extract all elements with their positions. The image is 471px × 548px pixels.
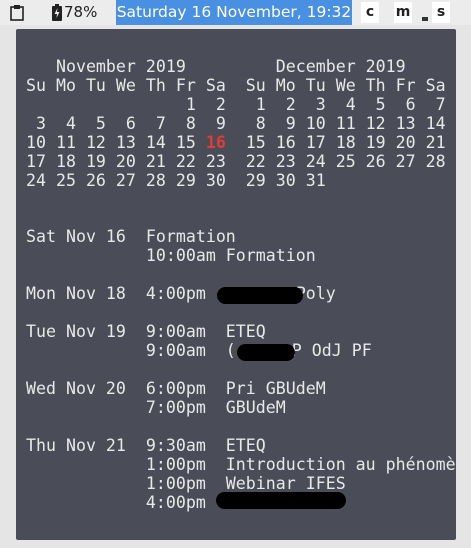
- clipboard-icon[interactable]: [10, 4, 24, 21]
- workspace-indicator: [422, 17, 428, 21]
- screen: 78% Saturday 16 November, 19:32 c m s No…: [0, 0, 471, 548]
- calendar-weekday-header: Su Mo Tu We Th Fr Sa Su Mo Tu We Th Fr S…: [26, 76, 446, 95]
- workspace-s[interactable]: s: [432, 2, 450, 23]
- today-highlight: 16: [205, 133, 226, 152]
- calendar-week-row: 3 4 5 6 7 8 9 8 9 10 11 12 13 14: [26, 114, 446, 133]
- battery-icon: [52, 4, 62, 21]
- agenda-event: 9:00am (P OdJ PF: [26, 341, 372, 360]
- redaction-mark: [217, 287, 303, 304]
- agenda-day-header: Sat Nov 16 Formation: [26, 227, 236, 246]
- workspace-c[interactable]: c: [361, 2, 379, 23]
- agenda-day-header: Thu Nov 21 9:30am ETEQ: [26, 436, 266, 455]
- redaction-mark: [237, 344, 295, 361]
- battery-percent: 78%: [64, 3, 98, 21]
- agenda-event: 1:00pm Webinar IFES: [26, 474, 346, 493]
- agenda-day-header: Wed Nov 20 6:00pm Pri GBUdeM: [26, 379, 326, 398]
- calendar-week-row: 24 25 26 27 28 29 30 29 30 31: [26, 171, 326, 190]
- terminal-window[interactable]: November 2019 December 2019 Su Mo Tu We …: [16, 29, 456, 540]
- agenda-day-header: Tue Nov 19 9:00am ETEQ: [26, 322, 266, 341]
- redaction-mark: [216, 492, 346, 509]
- agenda-event-time: 9:00am (: [26, 341, 236, 360]
- calendar-week-row: 10 11 12 13 14 15 16 15 16 17 18 19 20 2…: [26, 133, 446, 152]
- calendar-week-row: 17 18 19 20 21 22 23 22 23 24 25 26 27 2…: [26, 152, 446, 171]
- calendar-row-suffix: 15 16 17 18 19 20 21: [225, 133, 446, 152]
- status-bar: 78% Saturday 16 November, 19:32 c m s: [0, 0, 471, 25]
- agenda-event: 10:00am Formation: [26, 246, 316, 265]
- agenda-event-time: Mon Nov 18 4:00pm: [26, 284, 226, 303]
- agenda-event: 7:00pm GBUdeM: [26, 398, 286, 417]
- calendar-month-headers: November 2019 December 2019: [26, 57, 406, 76]
- workspace-m[interactable]: m: [394, 2, 412, 23]
- agenda-event: 4:00pm: [26, 493, 206, 512]
- agenda-event: 1:00pm Introduction au phénomène: [26, 455, 456, 474]
- calendar-row-prefix: 10 11 12 13 14 15: [26, 133, 206, 152]
- calendar-week-row: 1 2 1 2 3 4 5 6 7: [26, 95, 446, 114]
- clock[interactable]: Saturday 16 November, 19:32: [116, 0, 352, 25]
